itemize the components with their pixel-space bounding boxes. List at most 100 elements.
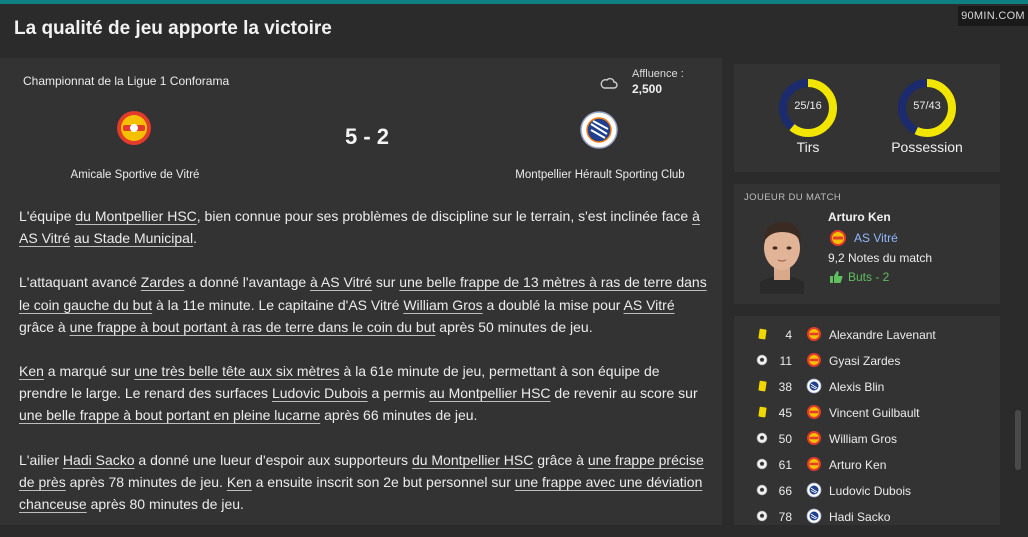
match-report-panel: Championnat de la Ligue 1 Conforama Affl… [0, 58, 722, 525]
report-link[interactable]: Ken [227, 474, 252, 490]
home-crest-icon [807, 457, 821, 471]
report-text: a donné une lueur d'espoir aux supporteu… [134, 451, 412, 468]
report-link[interactable]: au Stade Municipal [74, 230, 193, 246]
report-text: L'ailier [19, 451, 63, 468]
page-title: La qualité de jeu apporte la victoire [14, 18, 332, 39]
report-link[interactable]: au Montpellier HSC [429, 385, 550, 401]
report-link[interactable]: William Gros [403, 297, 482, 313]
event-row[interactable]: 50 William Gros [734, 426, 1000, 452]
event-minute: 50 [778, 432, 792, 446]
goal-ball-icon [756, 354, 768, 366]
home-crest-icon [807, 353, 821, 367]
motm-player-name[interactable]: Arturo Ken [828, 210, 891, 224]
report-link[interactable]: Ludovic Dubois [272, 385, 368, 401]
report-text: L'équipe [19, 208, 76, 224]
report-text: a doublé la mise pour [482, 296, 624, 313]
competition-name[interactable]: Championnat de la Ligue 1 Conforama [23, 74, 229, 88]
player-photo[interactable] [752, 210, 812, 294]
report-link[interactable]: Ken [19, 363, 44, 379]
event-minute: 66 [778, 484, 792, 498]
report-text: a ensuite inscrit son 2e but personnel s… [251, 473, 515, 490]
attendance-value: 2,500 [632, 82, 663, 96]
report-text: après 80 minutes de jeu. [86, 496, 244, 513]
goal-ball-icon [756, 484, 768, 496]
home-crest-icon [807, 327, 821, 341]
report-text: grâce à [533, 451, 588, 468]
top-accent-bar [0, 0, 1028, 4]
event-player-name[interactable]: Alexis Blin [829, 380, 884, 394]
report-link[interactable]: du Montpellier HSC [412, 452, 533, 468]
shots-label: Tirs [796, 139, 820, 155]
event-player-name[interactable]: Arturo Ken [829, 458, 886, 472]
report-link[interactable]: une très belle tête aux six mètres [134, 363, 339, 379]
report-paragraph: Ken a marqué sur une très belle tête aux… [19, 360, 709, 427]
event-minute: 45 [778, 406, 792, 420]
report-text: . [193, 230, 197, 247]
report-link[interactable]: une belle frappe à bout portant en plein… [19, 407, 320, 423]
home-team-name[interactable]: Amicale Sportive de Vitré [30, 169, 240, 181]
away-team-crest-icon[interactable] [579, 110, 619, 150]
match-report-text: L'équipe du Montpellier HSC, bien connue… [19, 205, 709, 537]
report-text: a donné l'avantage [184, 274, 311, 291]
cloud-icon [600, 77, 618, 89]
event-player-name[interactable]: Alexandre Lavenant [829, 328, 936, 342]
event-minute: 11 [779, 354, 792, 368]
event-row[interactable]: 38 Alexis Blin [734, 374, 1000, 400]
report-text: après 78 minutes de jeu. [65, 473, 227, 490]
event-player-name[interactable]: Gyasi Zardes [829, 354, 900, 368]
final-score: 5 - 2 [344, 124, 390, 149]
event-row[interactable]: 78 Hadi Sacko [734, 504, 1000, 530]
report-text: sur [372, 274, 400, 291]
report-text: L'attaquant avancé [19, 274, 141, 291]
event-row[interactable]: 61 Arturo Ken [734, 452, 1000, 478]
report-text: grâce à [19, 318, 70, 335]
possession-label: Possession [891, 139, 963, 155]
motm-rating: 9,2 Notes du match [828, 251, 933, 265]
event-player-name[interactable]: Vincent Guilbault [829, 406, 920, 420]
report-paragraph: L'attaquant avancé Zardes a donné l'avan… [19, 271, 709, 338]
report-text: à la 11e minute. Le capitaine d'AS Vitré [152, 296, 404, 313]
motm-club-link[interactable]: AS Vitré [854, 231, 898, 245]
match-events-panel: 4 Alexandre Lavenant 11 Gyasi Zardes 38 Alexi… [734, 316, 1000, 525]
goal-ball-icon [756, 510, 768, 522]
motm-goals: Buts - 2 [848, 270, 890, 284]
report-text: après 50 minutes de jeu. [435, 318, 593, 335]
report-link[interactable]: à AS Vitré [310, 274, 372, 290]
home-team-crest-icon[interactable] [115, 109, 153, 147]
event-row[interactable]: 66 Ludovic Dubois [734, 478, 1000, 504]
event-row[interactable]: 45 Vincent Guilbault [734, 400, 1000, 426]
scrollbar-thumb[interactable] [1015, 410, 1021, 470]
report-paragraph: L'équipe du Montpellier HSC, bien connue… [19, 205, 709, 249]
report-text: a marqué sur [43, 363, 135, 380]
away-crest-icon [806, 482, 822, 498]
home-crest-icon [807, 405, 821, 419]
home-crest-icon [807, 431, 821, 445]
attendance-label: Affluence : [632, 68, 684, 80]
away-team-name[interactable]: Montpellier Hérault Sporting Club [500, 169, 700, 181]
event-player-name[interactable]: William Gros [829, 432, 897, 446]
event-player-name[interactable]: Hadi Sacko [829, 510, 890, 524]
report-text: de revenir au score sur [550, 385, 698, 402]
report-link[interactable]: une frappe à bout portant à ras de terre… [70, 319, 436, 335]
event-player-name[interactable]: Ludovic Dubois [829, 484, 911, 498]
event-minute: 61 [778, 458, 792, 472]
report-link[interactable]: Hadi Sacko [63, 452, 135, 468]
event-row[interactable]: 4 Alexandre Lavenant [734, 322, 1000, 348]
possession-value: 57/43 [913, 100, 941, 112]
report-link[interactable]: du Montpellier HSC [75, 208, 196, 224]
brand-badge[interactable]: 90MIN.COM [958, 6, 1028, 26]
shots-value: 25/16 [794, 100, 822, 112]
goal-ball-icon [756, 458, 768, 470]
report-text: a permis [367, 385, 430, 402]
motm-heading: JOUEUR DU MATCH [744, 192, 842, 203]
event-row[interactable]: 11 Gyasi Zardes [734, 348, 1000, 374]
match-stats-panel: 25/16 Tirs 57/43 Possession [734, 64, 1000, 172]
report-text: après 66 minutes de jeu. [320, 407, 478, 424]
away-crest-icon [806, 378, 822, 394]
yellow-card-icon [758, 380, 767, 392]
report-link[interactable]: Zardes [141, 274, 185, 290]
event-minute: 38 [778, 380, 792, 394]
event-minute: 78 [778, 510, 792, 524]
goal-ball-icon [756, 432, 768, 444]
report-link[interactable]: AS Vitré [624, 297, 675, 313]
